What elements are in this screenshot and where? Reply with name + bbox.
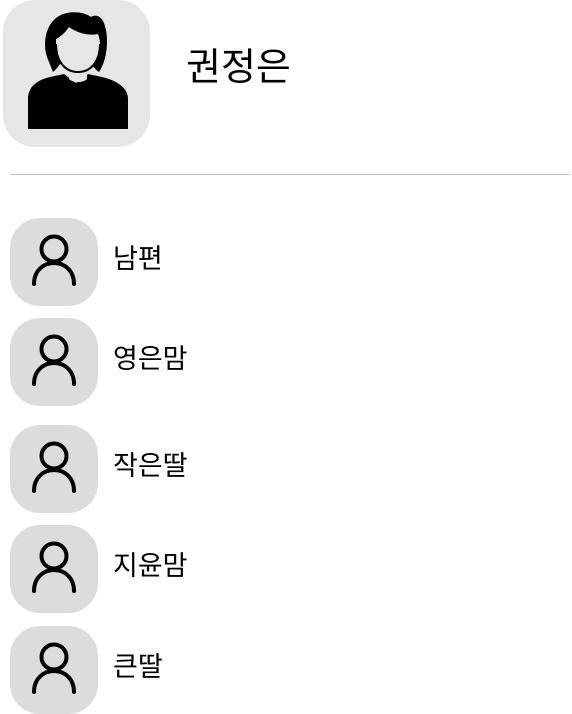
contact-avatar <box>10 218 98 306</box>
contact-avatar <box>10 425 98 513</box>
contact-label: 남편 <box>113 244 163 275</box>
contact-label: 영은맘 <box>113 344 188 375</box>
contact-avatar <box>10 626 98 714</box>
contact-label: 큰딸 <box>113 652 163 683</box>
contact-item-younger-daughter[interactable]: 작은딸 <box>10 425 550 513</box>
contact-item-husband[interactable]: 남편 <box>10 218 550 306</box>
contact-item-youngeun-mom[interactable]: 영은맘 <box>10 318 550 406</box>
contact-label: 지윤맘 <box>113 551 188 582</box>
contact-avatar <box>10 525 98 613</box>
user-outline-icon <box>32 334 76 386</box>
contact-item-jiyun-mom[interactable]: 지윤맘 <box>10 525 550 613</box>
contact-label: 작은딸 <box>113 451 188 482</box>
user-outline-icon <box>32 441 76 493</box>
contact-avatar <box>10 318 98 406</box>
user-outline-icon <box>32 234 76 286</box>
contact-list: 남편 영은맘 작은딸 지윤맘 큰딸 <box>0 0 572 714</box>
user-outline-icon <box>32 541 76 593</box>
contact-item-elder-daughter[interactable]: 큰딸 <box>10 626 550 714</box>
user-outline-icon <box>32 642 76 694</box>
